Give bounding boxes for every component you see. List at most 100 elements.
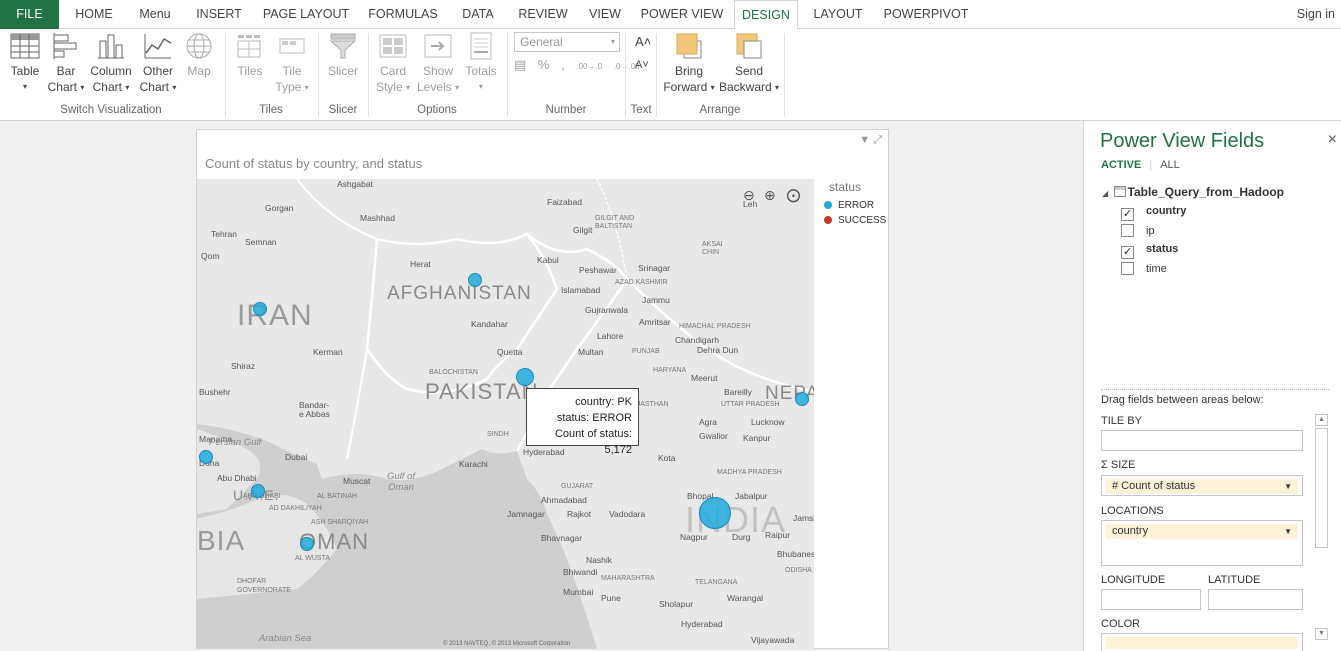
comma-icon[interactable]: , [561,57,565,72]
checkbox-icon[interactable] [1121,262,1134,275]
tab-review[interactable]: REVIEW [512,0,574,29]
tile-type-button[interactable]: Tile Type ▾ [272,31,312,96]
map-bubble-ae[interactable] [251,484,265,498]
size-well[interactable]: # Count of status ▼ [1101,475,1303,496]
locations-well[interactable]: country ▼ [1101,520,1303,566]
map-label-sea: Gulf of Oman [387,471,415,493]
tab-powerpivot[interactable]: POWERPIVOT [878,0,974,29]
panel-scrollbar[interactable]: ▲ ▼ [1315,414,1328,640]
tiles-label: Tiles [237,64,263,78]
tile-by-well[interactable] [1101,430,1303,451]
map-label-region: HIMACHAL PRADESH [679,323,751,330]
map-bubble-ir[interactable] [253,302,267,316]
longitude-well[interactable] [1101,589,1201,610]
legend-item-error[interactable]: ERROR [821,198,886,213]
map-bubble-in[interactable] [699,497,731,529]
map-bubble-om[interactable] [300,537,314,551]
map-copyright: © 2013 NAVTEQ, © 2013 Microsoft Corporat… [443,641,571,647]
scroll-down-icon[interactable]: ▼ [1315,628,1328,640]
scrollbar-thumb[interactable] [1315,428,1328,548]
close-icon[interactable]: × [1328,131,1337,149]
totals-icon [470,32,492,60]
send-backward-button[interactable]: Send Backward ▾ [718,31,780,96]
chevron-down-icon[interactable]: ▼ [1284,479,1292,494]
table-button[interactable]: Table ▾ [6,31,44,95]
size-field-chip[interactable]: # Count of status ▼ [1106,479,1298,494]
scroll-up-icon[interactable]: ▲ [1315,414,1328,426]
map-label-city: Abu Dhabi [217,473,257,483]
sign-in-link[interactable]: Sign in [1297,0,1335,29]
slicer-button[interactable]: Slicer [324,31,362,79]
map-bubble-af[interactable] [468,273,482,287]
currency-icon[interactable]: ▤ [514,57,526,73]
field-ip[interactable]: ip [1121,224,1155,237]
map-label-city: Kabul [537,255,559,265]
zoom-in-icon[interactable]: ⊕ [764,187,776,204]
map-label-city: Vadodara [609,509,646,519]
checkbox-checked-icon[interactable]: ✓ [1121,246,1134,259]
map-tooltip: country: PK status: ERROR Count of statu… [526,388,639,456]
bring-forward-button[interactable]: Bring Forward ▾ [662,31,716,96]
field-status[interactable]: ✓ status [1121,243,1178,259]
column-chart-label-1: Column [90,64,132,78]
pop-out-icon[interactable]: ⤢ [873,134,882,146]
bring-forward-icon [676,33,702,59]
field-country[interactable]: ✓ country [1121,205,1186,221]
tiles-button[interactable]: Tiles [232,31,268,79]
map-label-city: Muscat [343,476,371,486]
map-label-region: GILGIT AND BALTISTAN [595,215,635,230]
map-visualization[interactable]: ▼ ⤢ Count of status by country, and stat… [196,129,889,649]
show-levels-icon [424,34,452,58]
longitude-label: LONGITUDE [1101,574,1166,586]
tab-design[interactable]: DESIGN [734,0,798,30]
zoom-out-icon[interactable]: ⊖ [743,187,755,204]
map-label-city: Chandigarh [675,335,719,345]
locations-field-chip[interactable]: country ▼ [1106,524,1298,539]
tab-all[interactable]: ALL [1160,159,1180,171]
tab-view[interactable]: VIEW [582,0,628,29]
card-style-button[interactable]: Card Style ▾ [372,31,414,96]
pan-icon[interactable]: ⊙ [785,183,802,208]
number-format-dropdown[interactable]: General ▾ [514,32,620,52]
chevron-down-icon[interactable]: ▼ [1284,524,1292,539]
filter-icon[interactable]: ▼ [859,134,870,146]
tile-type-label-1: Tile [282,64,302,78]
increase-decimal-icon[interactable]: .00→.0 [576,62,602,71]
checkbox-checked-icon[interactable]: ✓ [1121,208,1134,221]
other-chart-button[interactable]: Other Chart ▾ [137,31,179,96]
map-bubble-bh[interactable] [199,450,213,464]
color-field-chip[interactable] [1106,637,1298,649]
collapse-icon[interactable]: ◢ [1102,189,1108,198]
latitude-well[interactable] [1208,589,1303,610]
tab-data[interactable]: DATA [452,0,504,29]
map-bubble-pk[interactable] [516,368,534,386]
tab-layout[interactable]: LAYOUT [806,0,870,29]
totals-button[interactable]: Totals ▾ [462,31,500,95]
table-node[interactable]: ◢ Table_Query_from_Hadoop [1102,185,1284,199]
checkbox-icon[interactable] [1121,224,1134,237]
increase-font-size-button[interactable]: A˄ [635,34,651,49]
size-label: Σ SIZE [1101,459,1136,471]
map-bubble-np[interactable] [795,392,809,406]
map-area[interactable]: Ashgabat Gorgan Mashhad Tehran Semnan Qo… [197,179,814,649]
decrease-font-size-button[interactable]: A˅ [635,59,649,71]
map-label-region: BALOCHISTAN [429,369,478,376]
column-chart-button[interactable]: Column Chart ▾ [88,31,134,96]
tab-power-view[interactable]: POWER VIEW [636,0,728,29]
tab-file[interactable]: FILE [0,0,59,29]
map-button[interactable]: Map [181,31,217,79]
bar-chart-button[interactable]: Bar Chart ▾ [46,31,86,96]
tab-formulas[interactable]: FORMULAS [362,0,444,29]
legend-item-success[interactable]: SUCCESS [821,213,886,228]
percent-icon[interactable]: % [538,57,550,72]
field-time[interactable]: time [1121,262,1167,275]
tab-menu[interactable]: Menu [130,0,180,29]
map-label-region: ASH SHARQIYAH [311,519,369,526]
table-label: Table [10,64,40,78]
tab-active[interactable]: ACTIVE [1101,159,1141,171]
tab-insert[interactable]: INSERT [188,0,250,29]
tab-home[interactable]: HOME [66,0,122,29]
show-levels-button[interactable]: Show Levels ▾ [416,31,460,96]
color-well[interactable] [1101,633,1303,651]
tab-page-layout[interactable]: PAGE LAYOUT [258,0,354,29]
